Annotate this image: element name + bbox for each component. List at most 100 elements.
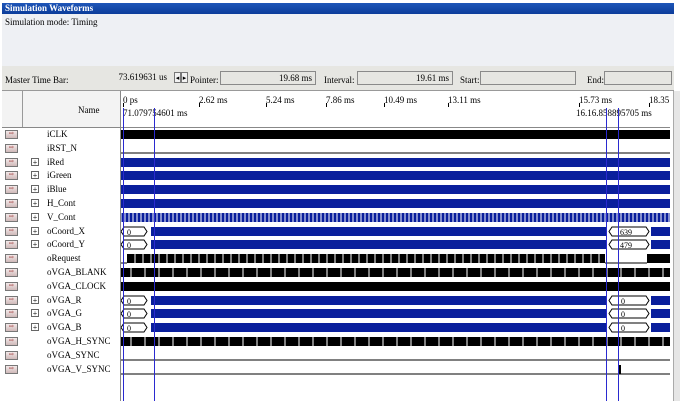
waveform-ovga-clock[interactable] [121, 280, 670, 293]
signal-row[interactable]: ⇨ oRequest [2, 252, 120, 265]
ruler-tick-mark [326, 103, 327, 107]
bus-fill [651, 226, 670, 236]
signal-name: oVGA_B [47, 322, 82, 333]
bus-fill [151, 309, 606, 319]
bus-fill [651, 240, 670, 250]
ruler-tick-mark [199, 103, 200, 107]
waveform-ovga-sync[interactable] [121, 349, 670, 362]
interval-value[interactable]: 19.61 ms [357, 71, 453, 85]
time-cursor-line[interactable] [154, 108, 155, 401]
end-label: End: [587, 75, 604, 85]
start-value[interactable] [480, 71, 576, 85]
expand-icon[interactable]: + [31, 295, 39, 304]
clock-fill [121, 281, 670, 291]
previous-transition-button[interactable]: ◂ [174, 72, 181, 83]
bus-value-label: 0 [127, 310, 131, 319]
signal-row[interactable]: ⇨ + oCoord_Y [2, 238, 120, 251]
bus-fill [651, 295, 670, 305]
signal-type-icon: ⇨ [5, 350, 18, 360]
waveform-ovga-b[interactable]: 00 [121, 321, 670, 334]
waveform-ired[interactable] [121, 156, 670, 169]
bus-value-label: 0 [127, 228, 131, 237]
signal-row[interactable]: ⇨ + oVGA_G [2, 307, 120, 320]
signal-type-icon: ⇨ [5, 185, 18, 195]
signal-row[interactable]: ⇨ iCLK [2, 128, 120, 141]
expand-icon[interactable]: + [31, 171, 39, 180]
signal-row[interactable]: ⇨ oVGA_H_SYNC [2, 335, 120, 348]
signal-row[interactable]: ⇨ + iGreen [2, 169, 120, 182]
signal-type-icon: ⇨ [5, 171, 18, 181]
ruler-tick-mark [123, 103, 124, 107]
ruler-tick-label: 7.86 ms [326, 95, 355, 105]
signal-row[interactable]: ⇨ oVGA_BLANK [2, 266, 120, 279]
signal-row[interactable]: ⇨ oVGA_CLOCK [2, 280, 120, 293]
end-cursor-line[interactable] [618, 108, 619, 401]
vertical-scrollbar[interactable] [673, 91, 680, 401]
waveform-ovga-r[interactable]: 00 [121, 294, 670, 307]
signal-type-icon: ⇨ [5, 254, 18, 264]
ruler-tick-mark [649, 103, 650, 107]
signal-row[interactable]: ⇨ + iBlue [2, 183, 120, 196]
signal-name: oVGA_V_SYNC [47, 363, 111, 374]
bus-value-label: 639 [620, 228, 632, 237]
bus-value-segment [121, 308, 148, 319]
signal-row[interactable]: ⇨ + oVGA_R [2, 294, 120, 307]
signal-row[interactable]: ⇨ + H_Cont [2, 197, 120, 210]
start-cursor-line[interactable] [123, 108, 124, 401]
waveform-ocoord-y[interactable]: 0 479 [121, 238, 670, 251]
bus-value-label: 0 [127, 241, 131, 250]
waveform-ocoord-x[interactable]: 0 639 [121, 225, 670, 238]
pointer-value[interactable]: 19.68 ms [220, 71, 316, 85]
signal-name: oCoord_Y [47, 239, 85, 250]
signal-name: iRed [47, 156, 64, 167]
signal-row[interactable]: ⇨ oVGA_SYNC [2, 349, 120, 362]
waveform-v-cont[interactable] [121, 211, 670, 224]
signal-row[interactable]: ⇨ iRST_N [2, 142, 120, 155]
signal-name: oVGA_CLOCK [47, 280, 107, 291]
waveform-ovga-g[interactable]: 00 [121, 307, 670, 320]
name-header-label: Name [78, 105, 100, 115]
waveform-orequest[interactable] [121, 252, 670, 265]
waveform-ovga-blank[interactable] [121, 266, 670, 279]
simulation-mode-text: Simulation mode: Timing [5, 17, 98, 27]
signal-row[interactable]: ⇨ oVGA_V_SYNC [2, 363, 120, 376]
waveform-igreen[interactable] [121, 169, 670, 182]
signal-name: H_Cont [47, 198, 76, 208]
expand-icon[interactable]: + [31, 240, 39, 249]
signal-type-icon: ⇨ [5, 157, 18, 167]
waveform-irst-n[interactable] [121, 142, 670, 155]
expand-icon[interactable]: + [31, 323, 39, 332]
waveform-ovga-v-sync[interactable] [121, 363, 670, 376]
ruler-tick-label: 15.73 ms [579, 95, 613, 105]
bus-fill [151, 226, 606, 236]
ruler-tick-label: 2.62 ms [199, 95, 228, 105]
expand-icon[interactable]: + [31, 212, 39, 221]
ruler-tick-mark [579, 103, 580, 107]
bus-fill [121, 185, 670, 195]
expand-icon[interactable]: + [31, 309, 39, 318]
signal-row[interactable]: ⇨ + oCoord_X [2, 225, 120, 238]
waveform-ovga-h-sync[interactable] [121, 335, 670, 348]
signal-row[interactable]: ⇨ + oVGA_B [2, 321, 120, 334]
end-value[interactable] [604, 71, 672, 85]
signal-name: oCoord_X [47, 225, 85, 236]
expand-icon[interactable]: + [31, 199, 39, 208]
bus-fill [121, 199, 670, 208]
next-transition-button[interactable]: ▸ [181, 72, 188, 83]
master-cursor-line[interactable] [606, 108, 607, 401]
waveform-iclk[interactable] [121, 128, 670, 141]
signal-row[interactable]: ⇨ + iRed [2, 156, 120, 169]
signal-type-icon: ⇨ [5, 295, 18, 305]
waveform-h-cont[interactable] [121, 197, 670, 210]
expand-icon[interactable]: + [31, 157, 39, 166]
signal-type-icon: ⇨ [5, 199, 18, 208]
expand-icon[interactable]: + [31, 226, 39, 235]
expand-icon[interactable]: + [31, 185, 39, 194]
time-ruler[interactable]: 0 ps 2.62 ms 5.24 ms 7.86 ms 10.49 ms 13.11 m… [121, 91, 670, 128]
bus-value-segment [121, 226, 148, 237]
signal-type-icon: ⇨ [5, 240, 18, 250]
signal-row[interactable]: ⇨ + V_Cont [2, 211, 120, 224]
waveform-panel[interactable]: 0 ps 2.62 ms 5.24 ms 7.86 ms 10.49 ms 13.11 m… [121, 91, 670, 401]
waveform-iblue[interactable] [121, 183, 670, 196]
master-time-bar-value[interactable]: 73.619631 us [62, 71, 170, 85]
